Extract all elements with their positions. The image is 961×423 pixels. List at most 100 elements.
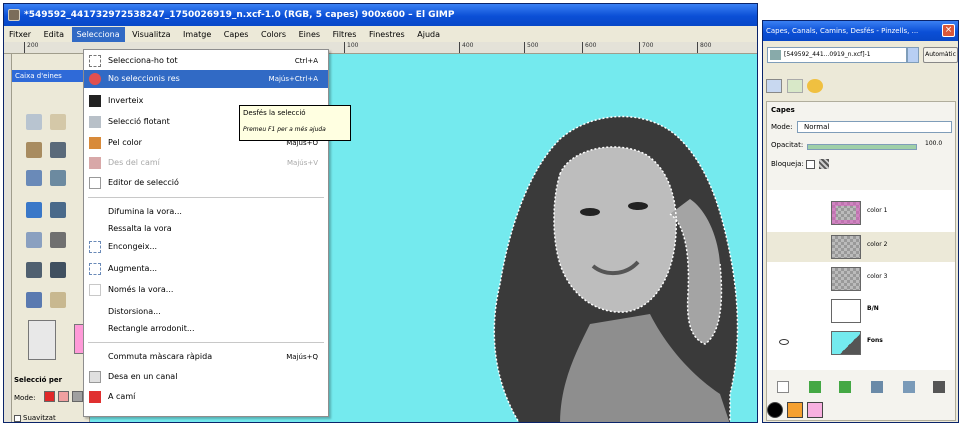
menu-item-shrink[interactable]: Encongeix...: [84, 238, 328, 256]
text-tool-icon[interactable]: [26, 170, 42, 186]
border-icon: [89, 284, 101, 296]
panel-title: Capes: [771, 106, 795, 114]
foreground-color-swatch[interactable]: [28, 320, 56, 360]
ellipse-select-tool-icon[interactable]: [50, 114, 66, 130]
layers-dock-window: Capes, Canals, Camins, Desfés - Pinzells…: [762, 20, 959, 423]
opacity-value[interactable]: 100.0: [925, 140, 942, 147]
menu-item-label: Desa en un canal: [108, 372, 178, 381]
menu-item-label: Només la vora...: [108, 285, 174, 294]
menu-item-label: Ressalta la vora: [108, 224, 172, 233]
color-picker-tool-icon[interactable]: [50, 142, 66, 158]
menu-colors[interactable]: Colors: [256, 27, 291, 42]
pink-swatch[interactable]: [807, 402, 823, 418]
mode-add-button[interactable]: [58, 391, 69, 402]
paintbrush-tool-icon[interactable]: [26, 262, 42, 278]
move-tool-icon[interactable]: [50, 170, 66, 186]
ruler-tick: 500: [524, 42, 538, 53]
menu-item-quick-mask[interactable]: Commuta màscara ràpida Majús+Q: [84, 348, 328, 366]
menu-finestres[interactable]: Finestres: [364, 27, 410, 42]
layer-mode-select[interactable]: Normal: [797, 121, 952, 133]
menu-item-select-all[interactable]: Selecciona-ho tot Ctrl+A: [84, 52, 328, 70]
tool-options-title: Selecció per: [14, 376, 63, 384]
layers-toolbar: [767, 378, 955, 396]
tab-channels-icon[interactable]: [786, 79, 803, 93]
perspective-tool-icon[interactable]: [50, 232, 66, 248]
menu-item-sharpen[interactable]: Ressalta la vora: [84, 220, 328, 238]
lower-layer-icon[interactable]: [839, 381, 851, 393]
menu-eines[interactable]: Eines: [294, 27, 325, 42]
layer-row[interactable]: color 1: [767, 198, 955, 228]
pencil-tool-icon[interactable]: [50, 262, 66, 278]
dock-title: Capes, Canals, Camins, Desfés - Pinzells…: [766, 27, 919, 35]
layer-row[interactable]: Fons: [767, 328, 955, 358]
foreground-swatch[interactable]: [767, 402, 783, 418]
window-title-bar[interactable]: *549592_441732972538247_1750026919_n.xcf…: [4, 4, 757, 26]
scale-tool-icon[interactable]: [26, 202, 42, 218]
menu-item-selection-editor[interactable]: Editor de selecció: [84, 174, 328, 192]
grow-icon: [89, 263, 101, 275]
shear-tool-icon[interactable]: [50, 202, 66, 218]
menu-item-label: Selecció flotant: [108, 117, 170, 126]
menu-capes[interactable]: Capes: [219, 27, 254, 42]
ruler-tick: 100: [344, 42, 358, 53]
eye-icon[interactable]: [779, 339, 789, 345]
menu-item-shortcut: Majús+V: [286, 159, 318, 167]
menu-filtres[interactable]: Filtres: [328, 27, 362, 42]
save-to-channel-icon: [89, 371, 101, 383]
menu-fitxer[interactable]: Fitxer: [4, 27, 36, 42]
chevron-down-icon[interactable]: [907, 47, 919, 63]
layer-name: color 1: [867, 207, 888, 214]
layer-thumbnail: [831, 267, 861, 291]
eraser-tool-icon[interactable]: [50, 292, 66, 308]
antialias-checkbox[interactable]: [14, 414, 21, 422]
delete-layer-icon[interactable]: [933, 381, 945, 393]
menu-item-label: Difumina la vora...: [108, 207, 182, 216]
select-none-icon: [89, 73, 101, 85]
gimp-app-icon: [8, 9, 20, 21]
image-selector[interactable]: [549592_441...0919_n.xcf]-1: [767, 47, 907, 63]
menu-tooltip: Desfés la selecció Premeu F1 per a més a…: [239, 105, 351, 141]
menu-imatge[interactable]: Imatge: [178, 27, 216, 42]
menu-item-border[interactable]: Només la vora...: [84, 281, 328, 299]
image-thumbnail: [770, 50, 781, 60]
menu-item-distort[interactable]: Distorsiona...: [84, 303, 328, 321]
opacity-slider[interactable]: [807, 144, 917, 150]
lock-alpha-checkbox[interactable]: [806, 160, 815, 169]
menu-edita[interactable]: Edita: [39, 27, 69, 42]
close-icon[interactable]: ×: [942, 24, 955, 37]
raise-layer-icon[interactable]: [809, 381, 821, 393]
layer-row[interactable]: color 3: [767, 264, 955, 294]
mode-replace-button[interactable]: [44, 391, 55, 402]
menu-visualitza[interactable]: Visualitza: [127, 27, 175, 42]
tab-layers-icon[interactable]: [766, 79, 782, 93]
menu-selecciona[interactable]: Selecciona: [71, 27, 125, 42]
menu-item-to-path[interactable]: A camí: [84, 388, 328, 406]
tab-undo-icon[interactable]: [807, 79, 824, 93]
bucket-fill-tool-icon[interactable]: [26, 292, 42, 308]
layer-row[interactable]: color 2: [767, 232, 955, 262]
menu-item-grow[interactable]: Augmenta...: [84, 260, 328, 278]
menu-item-select-none[interactable]: No seleccionis res Majús+Ctrl+A: [84, 70, 328, 88]
layer-thumbnail: [831, 299, 861, 323]
orange-swatch[interactable]: [787, 402, 803, 418]
menu-separator: [88, 197, 324, 198]
rect-select-tool-icon[interactable]: [26, 114, 42, 130]
fuzzy-select-tool-icon[interactable]: [26, 142, 42, 158]
anchor-layer-icon[interactable]: [903, 381, 915, 393]
selection-editor-icon: [89, 177, 101, 189]
duplicate-layer-icon[interactable]: [871, 381, 883, 393]
flip-tool-icon[interactable]: [26, 232, 42, 248]
new-layer-icon[interactable]: [777, 381, 789, 393]
antialias-option[interactable]: Suavitzat: [14, 414, 56, 422]
mode-subtract-button[interactable]: [72, 391, 83, 402]
menu-item-label: Pel color: [108, 138, 142, 147]
lock-alpha-icon: [819, 159, 829, 169]
layers-list: color 1 color 2 color 3 B/N Fons: [767, 190, 955, 370]
menu-item-save-to-channel[interactable]: Desa en un canal: [84, 368, 328, 386]
menu-item-rounded-rectangle[interactable]: Rectangle arrodonit...: [84, 320, 328, 338]
layer-row[interactable]: B/N: [767, 296, 955, 326]
auto-button[interactable]: Automàtic: [923, 47, 958, 63]
menu-ajuda[interactable]: Ajuda: [412, 27, 445, 42]
dock-title-bar[interactable]: Capes, Canals, Camins, Desfés - Pinzells…: [763, 21, 958, 41]
menu-item-feather[interactable]: Difumina la vora...: [84, 203, 328, 221]
